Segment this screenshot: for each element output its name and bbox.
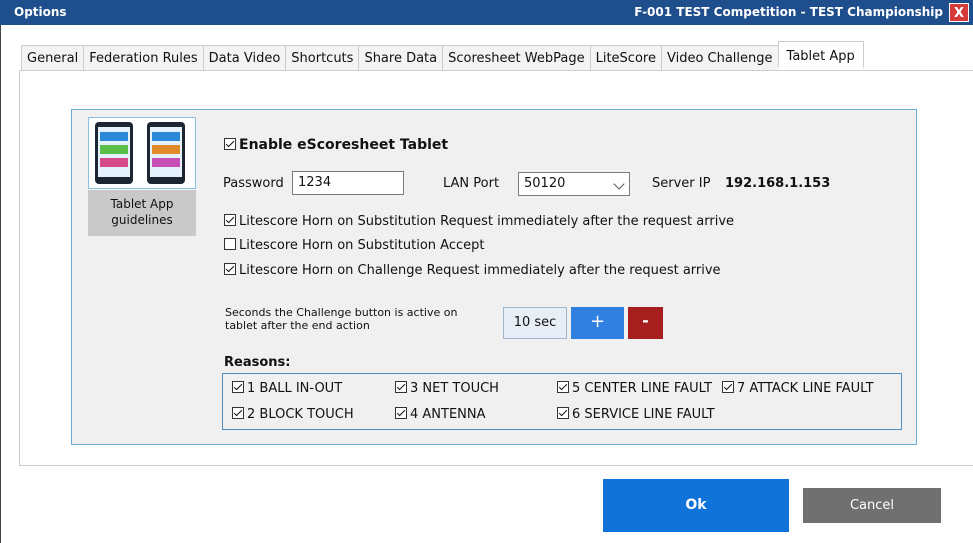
enable-tablet-checkbox[interactable]: Enable eScoresheet Tablet [224, 137, 448, 153]
chevron-down-icon [613, 178, 625, 190]
ok-button[interactable]: Ok [603, 479, 789, 532]
close-button[interactable]: X [949, 3, 969, 22]
tab-share-data[interactable]: Share Data [358, 45, 443, 71]
checkbox-icon [224, 238, 236, 250]
horn-substitution-accept-checkbox[interactable]: Litescore Horn on Substitution Accept [224, 238, 484, 253]
window-title: Options [14, 5, 67, 19]
challenge-seconds-value: 10 sec [503, 307, 567, 339]
reason-label: 5 CENTER LINE FAULT [572, 381, 712, 396]
tab-general[interactable]: General [21, 45, 84, 71]
checkbox-icon [722, 381, 734, 393]
lan-port-label: LAN Port [443, 176, 500, 191]
window-left-border [0, 25, 1, 543]
tablet-app-image[interactable] [88, 117, 196, 189]
checkbox-icon [557, 407, 569, 419]
checkbox-icon [395, 407, 407, 419]
horn-substitution-request-checkbox[interactable]: Litescore Horn on Substitution Request i… [224, 214, 734, 229]
checkbox-icon [232, 381, 244, 393]
tab-scoresheet-webpage[interactable]: Scoresheet WebPage [442, 45, 590, 71]
reason-checkbox[interactable]: 6 SERVICE LINE FAULT [557, 407, 715, 422]
reason-checkbox[interactable]: 7 ATTACK LINE FAULT [722, 381, 874, 396]
tab-federation-rules[interactable]: Federation Rules [83, 45, 203, 71]
tab-shortcuts[interactable]: Shortcuts [285, 45, 359, 71]
reason-label: 3 NET TOUCH [410, 381, 499, 396]
password-input[interactable]: 1234 [292, 171, 404, 195]
competition-title: F-001 TEST Competition - TEST Championsh… [634, 5, 943, 19]
server-ip-label: Server IP [652, 176, 711, 191]
increase-seconds-button[interactable]: + [571, 307, 624, 339]
reason-label: 1 BALL IN-OUT [247, 381, 343, 396]
reason-label: 7 ATTACK LINE FAULT [737, 381, 874, 396]
checkbox-icon [232, 407, 244, 419]
option-label: Litescore Horn on Challenge Request imme… [239, 263, 721, 278]
title-bar: Options F-001 TEST Competition - TEST Ch… [0, 0, 973, 25]
reasons-heading: Reasons: [224, 355, 291, 370]
tab-video-challenge[interactable]: Video Challenge [660, 45, 778, 71]
cancel-button[interactable]: Cancel [803, 488, 941, 523]
reason-label: 2 BLOCK TOUCH [247, 407, 354, 422]
tab-bar: General Federation Rules Data Video Shor… [21, 41, 864, 71]
tablet-illustration [95, 122, 185, 184]
reason-label: 6 SERVICE LINE FAULT [572, 407, 715, 422]
password-label: Password [223, 176, 284, 191]
checkbox-icon [224, 138, 236, 150]
challenge-seconds-label: Seconds the Challenge button is active o… [225, 306, 458, 332]
server-ip-value: 192.168.1.153 [725, 176, 831, 191]
horn-challenge-request-checkbox[interactable]: Litescore Horn on Challenge Request imme… [224, 263, 721, 278]
checkbox-icon [224, 263, 236, 275]
reason-checkbox[interactable]: 3 NET TOUCH [395, 381, 499, 396]
reason-checkbox[interactable]: 4 ANTENNA [395, 407, 486, 422]
lan-port-select[interactable]: 50120 [518, 172, 630, 196]
lan-port-value: 50120 [524, 176, 566, 191]
checkbox-icon [224, 214, 236, 226]
checkbox-icon [395, 381, 407, 393]
option-label: Litescore Horn on Substitution Request i… [239, 214, 735, 229]
option-label: Litescore Horn on Substitution Accept [239, 238, 485, 253]
reason-checkbox[interactable]: 5 CENTER LINE FAULT [557, 381, 712, 396]
reason-checkbox[interactable]: 2 BLOCK TOUCH [232, 407, 354, 422]
tab-litescore[interactable]: LiteScore [589, 45, 661, 71]
checkbox-icon [557, 381, 569, 393]
decrease-seconds-button[interactable]: - [628, 307, 663, 339]
reason-label: 4 ANTENNA [410, 407, 486, 422]
tab-data-video[interactable]: Data Video [202, 45, 286, 71]
tab-tablet-app[interactable]: Tablet App [777, 41, 864, 68]
enable-tablet-label: Enable eScoresheet Tablet [239, 137, 449, 153]
reason-checkbox[interactable]: 1 BALL IN-OUT [232, 381, 342, 396]
tablet-guidelines-button[interactable]: Tablet App guidelines [88, 190, 196, 236]
